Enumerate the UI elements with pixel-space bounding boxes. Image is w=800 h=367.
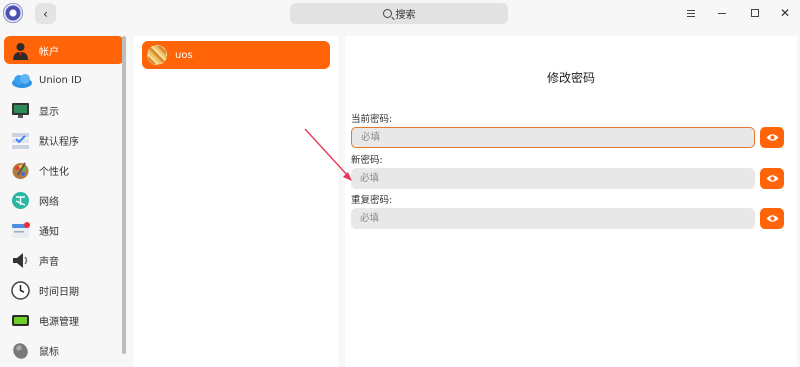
sidebar-item-union-id[interactable]: Union ID bbox=[4, 66, 124, 94]
current-password-label: 当前密码: bbox=[351, 114, 393, 125]
search-input[interactable]: 搜索 bbox=[290, 3, 508, 24]
mouse-icon bbox=[11, 341, 30, 360]
minimize-icon bbox=[718, 12, 726, 14]
sidebar-item-label: 默认程序 bbox=[39, 136, 79, 148]
page-title: 修改密码 bbox=[546, 71, 595, 85]
title-bar: ‹ 搜索 ✕ bbox=[0, 0, 800, 30]
sidebar-item-label: 显示 bbox=[39, 106, 59, 118]
sidebar-item-default-apps[interactable]: 默认程序 bbox=[4, 126, 124, 154]
change-password-panel: 修改密码 当前密码: 新密码: 重复密码: bbox=[345, 36, 797, 367]
current-password-input[interactable] bbox=[351, 127, 755, 148]
sidebar-item-label: 个性化 bbox=[39, 166, 69, 178]
toggle-repeat-password-button[interactable] bbox=[760, 208, 784, 229]
app-logo-icon bbox=[3, 3, 23, 23]
account-list-panel: uos bbox=[134, 36, 338, 367]
sidebar-item-date-time[interactable]: 时间日期 bbox=[4, 276, 124, 304]
repeat-password-input[interactable] bbox=[351, 208, 755, 229]
user-icon bbox=[11, 41, 30, 60]
sidebar-item-power[interactable]: 电源管理 bbox=[4, 306, 124, 334]
close-icon: ✕ bbox=[779, 6, 791, 20]
notification-icon bbox=[11, 221, 30, 240]
sidebar-item-label: 鼠标 bbox=[39, 346, 59, 358]
sidebar-item-personalization[interactable]: 个性化 bbox=[4, 156, 124, 184]
search-icon bbox=[382, 9, 392, 18]
sidebar-item-network[interactable]: 网络 bbox=[4, 186, 124, 214]
sidebar-item-sound[interactable]: 声音 bbox=[4, 246, 124, 274]
sidebar-item-label: 电源管理 bbox=[39, 316, 79, 328]
avatar bbox=[147, 45, 167, 65]
sidebar-item-label: 网络 bbox=[39, 196, 59, 208]
toggle-current-password-button[interactable] bbox=[760, 127, 784, 148]
search-placeholder: 搜索 bbox=[395, 10, 416, 21]
new-password-input[interactable] bbox=[351, 168, 755, 189]
new-password-label: 新密码: bbox=[351, 155, 383, 166]
eye-icon bbox=[766, 175, 778, 182]
sidebar-item-mouse[interactable]: 鼠标 bbox=[4, 336, 124, 364]
cloud-icon bbox=[11, 71, 32, 90]
monitor-icon bbox=[11, 101, 30, 120]
maximize-icon bbox=[751, 9, 759, 17]
close-button[interactable]: ✕ bbox=[775, 4, 795, 22]
sidebar: 帐户 Union ID 显示 默认程序 个性化 网络 通知 声音 时间日期 电源… bbox=[0, 30, 130, 367]
toggle-new-password-button[interactable] bbox=[760, 168, 784, 189]
eye-icon bbox=[766, 134, 778, 141]
sidebar-item-notifications[interactable]: 通知 bbox=[4, 216, 124, 244]
sidebar-scrollbar[interactable] bbox=[122, 36, 126, 354]
chevron-left-icon: ‹ bbox=[43, 6, 48, 21]
speaker-icon bbox=[11, 251, 30, 270]
sidebar-item-label: 通知 bbox=[39, 226, 59, 238]
sidebar-item-display[interactable]: 显示 bbox=[4, 96, 124, 124]
clock-icon bbox=[11, 280, 30, 300]
back-button[interactable]: ‹ bbox=[35, 3, 56, 24]
sidebar-item-label: Union ID bbox=[39, 74, 82, 86]
repeat-password-label: 重复密码: bbox=[351, 195, 393, 206]
menu-button[interactable] bbox=[681, 4, 701, 22]
maximize-button[interactable] bbox=[745, 4, 765, 22]
menu-icon bbox=[687, 12, 695, 14]
sidebar-item-accounts[interactable]: 帐户 bbox=[4, 36, 124, 64]
battery-icon bbox=[11, 311, 30, 330]
minimize-button[interactable] bbox=[712, 4, 732, 22]
sidebar-item-label: 声音 bbox=[39, 256, 59, 268]
default-apps-icon bbox=[11, 131, 30, 150]
sidebar-item-label: 时间日期 bbox=[39, 286, 79, 298]
palette-icon bbox=[11, 161, 30, 180]
eye-icon bbox=[766, 215, 778, 222]
sidebar-item-label: 帐户 bbox=[39, 46, 59, 58]
network-icon bbox=[11, 191, 30, 210]
account-name: uos bbox=[175, 49, 193, 61]
account-item[interactable]: uos bbox=[142, 41, 330, 69]
